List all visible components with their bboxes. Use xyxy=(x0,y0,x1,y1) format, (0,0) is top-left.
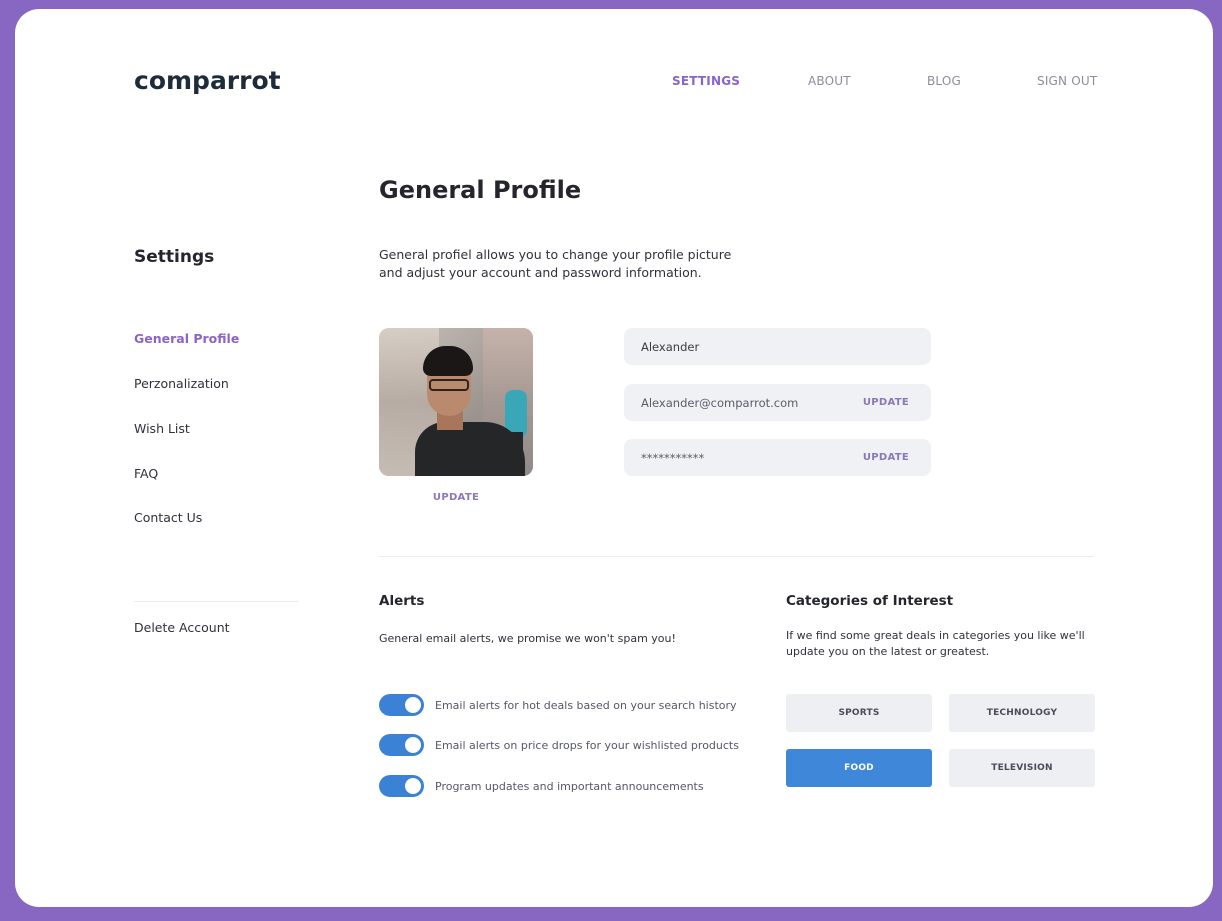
category-sports[interactable]: SPORTS xyxy=(786,694,932,732)
sidebar-divider xyxy=(134,601,299,602)
sidebar-item-faq[interactable]: FAQ xyxy=(134,466,158,481)
nav-blog[interactable]: BLOG xyxy=(927,74,961,88)
toggle-label: Program updates and important announceme… xyxy=(435,779,704,793)
profile-picture xyxy=(379,328,533,476)
categories-title: Categories of Interest xyxy=(786,593,954,609)
nav-about[interactable]: ABOUT xyxy=(808,74,851,88)
toggle-knob xyxy=(405,778,421,794)
alerts-title: Alerts xyxy=(379,593,425,609)
sidebar-title: Settings xyxy=(134,247,215,267)
category-technology[interactable]: TECHNOLOGY xyxy=(949,694,1095,732)
update-email-button[interactable]: UPDATE xyxy=(863,397,909,408)
alert-toggle-row: Program updates and important announceme… xyxy=(379,775,704,797)
email-value[interactable]: Alexander@comparrot.com xyxy=(641,396,798,410)
alert-toggle-row: Email alerts on price drops for your wis… xyxy=(379,734,739,756)
alert-toggle-hot-deals[interactable] xyxy=(379,694,424,716)
update-password-button[interactable]: UPDATE xyxy=(863,452,909,463)
name-field[interactable]: Alexander xyxy=(624,328,931,365)
category-food[interactable]: FOOD xyxy=(786,749,932,787)
logo[interactable]: comparrot xyxy=(134,66,281,95)
alert-toggle-price-drops[interactable] xyxy=(379,734,424,756)
alerts-description: General email alerts, we promise we won'… xyxy=(379,632,676,645)
category-television[interactable]: TELEVISION xyxy=(949,749,1095,787)
page-title: General Profile xyxy=(379,176,582,204)
section-divider xyxy=(379,556,1094,557)
nav-sign-out[interactable]: SIGN OUT xyxy=(1037,74,1097,88)
alert-toggle-row: Email alerts for hot deals based on your… xyxy=(379,694,737,716)
name-value[interactable]: Alexander xyxy=(641,340,699,354)
delete-account-link[interactable]: Delete Account xyxy=(134,620,230,635)
sidebar-item-contact-us[interactable]: Contact Us xyxy=(134,510,202,525)
toggle-label: Email alerts on price drops for your wis… xyxy=(435,738,739,752)
sidebar-item-perzonalization[interactable]: Perzonalization xyxy=(134,376,229,391)
update-picture-button[interactable]: UPDATE xyxy=(379,492,533,503)
categories-description: If we find some great deals in categorie… xyxy=(786,629,1085,658)
password-field[interactable]: *********** UPDATE xyxy=(624,439,931,476)
toggle-knob xyxy=(405,737,421,753)
settings-card: comparrot SETTINGS ABOUT BLOG SIGN OUT S… xyxy=(15,9,1213,907)
alert-toggle-program-updates[interactable] xyxy=(379,775,424,797)
email-field[interactable]: Alexander@comparrot.com UPDATE xyxy=(624,384,931,421)
password-value[interactable]: *********** xyxy=(641,451,704,465)
page-description: General profiel allows you to change you… xyxy=(379,247,732,280)
toggle-knob xyxy=(405,697,421,713)
toggle-label: Email alerts for hot deals based on your… xyxy=(435,698,737,712)
sidebar-item-wish-list[interactable]: Wish List xyxy=(134,421,190,436)
nav-settings[interactable]: SETTINGS xyxy=(672,74,740,88)
sidebar-item-general-profile[interactable]: General Profile xyxy=(134,331,239,346)
